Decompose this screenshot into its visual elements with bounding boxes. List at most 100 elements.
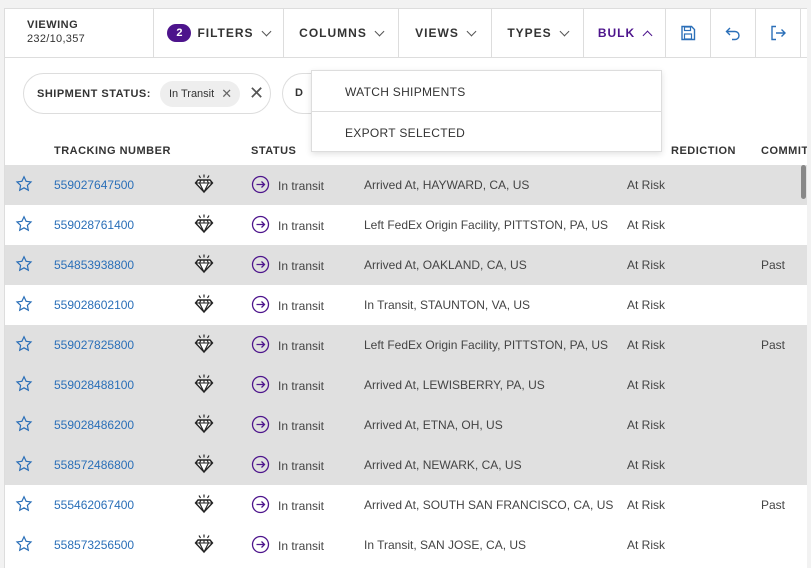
- location-text: Left FedEx Origin Facility, PITTSTON, PA…: [364, 338, 609, 352]
- views-label: VIEWS: [415, 26, 459, 40]
- diamond-icon: [193, 413, 215, 438]
- table-row[interactable]: 555462067400 In transit Arrived At, SOUTH …: [5, 485, 807, 525]
- filter-chip-value[interactable]: In Transit ✕: [159, 80, 241, 107]
- filters-button[interactable]: 2 FILTERS: [154, 9, 284, 57]
- types-label: TYPES: [507, 26, 552, 40]
- types-button[interactable]: TYPES: [492, 9, 584, 57]
- bulk-label: BULK: [597, 26, 636, 40]
- tracking-number-link[interactable]: 559028602100: [54, 298, 134, 312]
- status-text: In transit: [278, 219, 325, 233]
- prediction-text: At Risk: [627, 378, 666, 392]
- location-text: Arrived At, OAKLAND, CA, US: [364, 258, 527, 272]
- table-row[interactable]: 559028488100 In transit Arrived At, LEWISB…: [5, 365, 807, 405]
- diamond-icon: [193, 173, 215, 198]
- star-icon[interactable]: [15, 295, 33, 316]
- star-icon[interactable]: [15, 535, 33, 556]
- location-text: In Transit, SAN JOSE, CA, US: [364, 538, 527, 552]
- tracking-number-link[interactable]: 558573256500: [54, 538, 134, 552]
- diamond-icon: [193, 373, 215, 398]
- viewing-summary: VIEWING 232/10,357: [5, 9, 154, 57]
- diamond-icon: [193, 293, 215, 318]
- tracking-number-link[interactable]: 559028486200: [54, 418, 134, 432]
- chevron-down-icon: [559, 26, 570, 36]
- clear-filter-icon[interactable]: ✕: [249, 83, 264, 104]
- in-transit-icon: [251, 295, 270, 317]
- tracking-number-link[interactable]: 559027825800: [54, 338, 134, 352]
- remove-value-icon[interactable]: ✕: [221, 86, 232, 102]
- star-icon[interactable]: [15, 415, 33, 436]
- columns-label: COLUMNS: [299, 26, 367, 40]
- status-text: In transit: [278, 299, 325, 313]
- export-button[interactable]: [756, 9, 801, 57]
- chevron-down-icon: [261, 26, 271, 36]
- bulk-button[interactable]: BULK: [584, 9, 666, 57]
- status-text: In transit: [278, 179, 325, 193]
- scrollbar-thumb[interactable]: [801, 165, 806, 199]
- filter-chip-shipment-status[interactable]: SHIPMENT STATUS: In Transit ✕ ✕: [23, 73, 271, 114]
- chevron-up-icon: [642, 30, 653, 40]
- chevron-down-icon: [466, 26, 477, 36]
- undo-icon: [725, 27, 740, 41]
- prediction-text: At Risk: [627, 418, 666, 432]
- prediction-text: At Risk: [627, 498, 666, 512]
- status-text: In transit: [278, 339, 325, 353]
- table-body: 559027647500 In transit Arrived At, HAYWAR…: [5, 165, 807, 565]
- viewing-label: VIEWING: [27, 19, 79, 31]
- status-text: In transit: [278, 539, 325, 553]
- commit-text: Past: [761, 498, 786, 512]
- location-text: Left FedEx Origin Facility, PITTSTON, PA…: [364, 218, 609, 232]
- diamond-icon: [193, 533, 215, 558]
- views-button[interactable]: VIEWS: [399, 9, 492, 57]
- prediction-text: At Risk: [627, 458, 666, 472]
- tracking-number-link[interactable]: 559027647500: [54, 178, 134, 192]
- table-row[interactable]: 558573256500 In transit In Transit, SAN JO…: [5, 525, 807, 565]
- columns-button[interactable]: COLUMNS: [284, 9, 399, 57]
- undo-button[interactable]: [711, 9, 756, 57]
- table-row[interactable]: 559028602100 In transit In Transit, STAUNT…: [5, 285, 807, 325]
- star-icon[interactable]: [15, 335, 33, 356]
- prediction-text: At Risk: [627, 538, 666, 552]
- filters-label: FILTERS: [197, 26, 254, 40]
- star-icon[interactable]: [15, 175, 33, 196]
- viewing-count: 232/10,357: [27, 33, 86, 45]
- diamond-icon: [193, 253, 215, 278]
- tracking-number-link[interactable]: 558572486800: [54, 458, 134, 472]
- diamond-icon: [193, 493, 215, 518]
- location-text: In Transit, STAUNTON, VA, US: [364, 298, 531, 312]
- column-header-status[interactable]: STATUS: [251, 145, 296, 157]
- menu-item-watch-shipments[interactable]: WATCH SHIPMENTS: [312, 71, 661, 111]
- tracking-number-link[interactable]: 559028761400: [54, 218, 134, 232]
- tracking-number-link[interactable]: 559028488100: [54, 378, 134, 392]
- table-row[interactable]: 554853938800 In transit Arrived At, OAKLAN…: [5, 245, 807, 285]
- table-row[interactable]: 559027647500 In transit Arrived At, HAYWAR…: [5, 165, 807, 205]
- prediction-text: At Risk: [627, 298, 666, 312]
- star-icon[interactable]: [15, 375, 33, 396]
- in-transit-icon: [251, 215, 270, 237]
- column-header-prediction[interactable]: REDICTION: [671, 145, 736, 157]
- status-text: In transit: [278, 379, 325, 393]
- filter-chip-value-label: In Transit: [168, 87, 215, 100]
- in-transit-icon: [251, 255, 270, 277]
- filter-chip-key: SHIPMENT STATUS:: [37, 87, 151, 100]
- column-header-tracking[interactable]: TRACKING NUMBER: [54, 145, 171, 157]
- table-row[interactable]: 559028761400 In transit Left FedEx Origin …: [5, 205, 807, 245]
- column-header-commit[interactable]: COMMIT: [761, 145, 807, 157]
- table-row[interactable]: 558572486800 In transit Arrived At, NEWARK…: [5, 445, 807, 485]
- filters-count-badge: 2: [167, 24, 192, 42]
- star-icon[interactable]: [15, 215, 33, 236]
- star-icon[interactable]: [15, 255, 33, 276]
- tracking-number-link[interactable]: 554853938800: [54, 258, 134, 272]
- location-text: Arrived At, ETNA, OH, US: [364, 418, 503, 432]
- prediction-text: At Risk: [627, 178, 666, 192]
- menu-item-export-selected[interactable]: EXPORT SELECTED: [312, 111, 661, 151]
- star-icon[interactable]: [15, 495, 33, 516]
- table-row[interactable]: 559027825800 In transit Left FedEx Origin …: [5, 325, 807, 365]
- prediction-text: At Risk: [627, 218, 666, 232]
- save-view-button[interactable]: [666, 9, 711, 57]
- diamond-icon: [193, 333, 215, 358]
- status-text: In transit: [278, 419, 325, 433]
- tracking-number-link[interactable]: 555462067400: [54, 498, 134, 512]
- star-icon[interactable]: [15, 455, 33, 476]
- table-row[interactable]: 559028486200 In transit Arrived At, ETNA, …: [5, 405, 807, 445]
- location-text: Arrived At, LEWISBERRY, PA, US: [364, 378, 545, 392]
